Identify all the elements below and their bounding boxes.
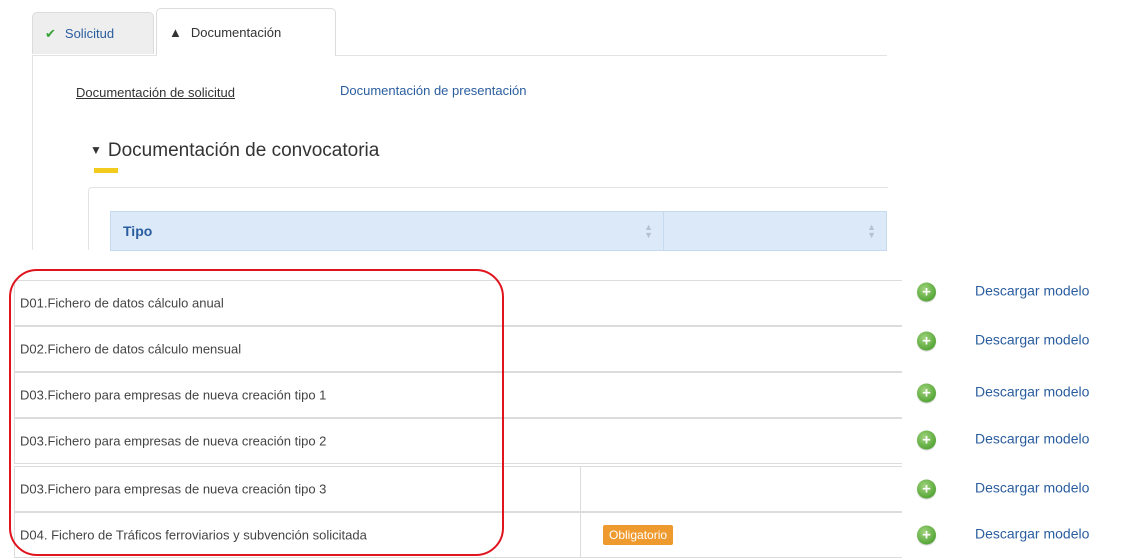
column-header-2[interactable]: ▲ ▼ (664, 212, 886, 250)
column-header-tipo-label: Tipo (123, 223, 153, 239)
section-title: Documentación de convocatoria (107, 140, 380, 161)
tab-solicitud[interactable]: ✔ Solicitud (32, 12, 154, 54)
table-row: D03.Fichero para empresas de nueva creac… (14, 418, 902, 464)
download-model-link[interactable]: Descargar modelo (975, 331, 1089, 347)
check-icon: ✔ (45, 25, 56, 41)
row-actions: + Descargar modelo (903, 370, 1125, 416)
table-header: Tipo ▲ ▼ ▲ ▼ (110, 211, 887, 251)
sort-icon: ▲ ▼ (644, 222, 653, 240)
row-label: D03.Fichero para empresas de nueva creac… (20, 481, 327, 497)
warning-icon: ▲ (169, 25, 182, 40)
row-actions: + Descargar modelo (903, 318, 1125, 364)
add-icon[interactable]: + (917, 479, 936, 499)
table-row: D03.Fichero para empresas de nueva creac… (14, 466, 902, 512)
tab-documentacion-label: Documentación (190, 25, 282, 40)
sort-icon: ▲ ▼ (867, 222, 876, 240)
download-model-link[interactable]: Descargar modelo (975, 525, 1089, 541)
add-icon[interactable]: + (917, 525, 936, 545)
table-row: D02.Fichero de datos cálculo mensual (14, 326, 902, 372)
add-icon[interactable]: + (917, 282, 936, 302)
active-tab-joiner (157, 54, 335, 57)
tab-documentacion[interactable]: ▲ Documentación (156, 8, 336, 56)
table-row: D03.Fichero para empresas de nueva creac… (14, 372, 902, 418)
cell-divider (580, 467, 581, 511)
row-actions: + Descargar modelo (903, 269, 1125, 315)
add-icon[interactable]: + (917, 331, 936, 351)
row-actions: + Descargar modelo (903, 466, 1125, 512)
row-label: D01.Fichero de datos cálculo anual (20, 295, 224, 311)
row-label: D03.Fichero para empresas de nueva creac… (20, 433, 327, 449)
download-model-link[interactable]: Descargar modelo (975, 383, 1089, 399)
section-accent-bar (94, 168, 118, 173)
column-header-tipo[interactable]: Tipo ▲ ▼ (111, 212, 664, 250)
row-label: D02.Fichero de datos cálculo mensual (20, 341, 242, 357)
required-badge: Obligatorio (603, 525, 674, 545)
download-model-link[interactable]: Descargar modelo (975, 430, 1089, 446)
row-actions: + Descargar modelo (903, 512, 1125, 558)
cell-divider (580, 513, 581, 557)
row-label: D04. Fichero de Tráficos ferroviarios y … (20, 527, 367, 543)
caret-down-icon: ▼ (90, 143, 102, 157)
subtab-documentacion-solicitud[interactable]: Documentación de solicitud (76, 85, 235, 100)
table-row: D01.Fichero de datos cálculo anual (14, 280, 902, 326)
add-icon[interactable]: + (917, 430, 936, 450)
section-header[interactable]: ▼ Documentación de convocatoria (90, 140, 379, 162)
subtab-documentacion-presentacion[interactable]: Documentación de presentación (340, 83, 526, 98)
row-actions: + Descargar modelo (903, 417, 1125, 463)
row-label: D03.Fichero para empresas de nueva creac… (20, 387, 327, 403)
download-model-link[interactable]: Descargar modelo (975, 282, 1089, 298)
tab-solicitud-label: Solicitud (64, 26, 115, 41)
add-icon[interactable]: + (917, 383, 936, 403)
table-row: D04. Fichero de Tráficos ferroviarios y … (14, 512, 902, 558)
download-model-link[interactable]: Descargar modelo (975, 479, 1089, 495)
